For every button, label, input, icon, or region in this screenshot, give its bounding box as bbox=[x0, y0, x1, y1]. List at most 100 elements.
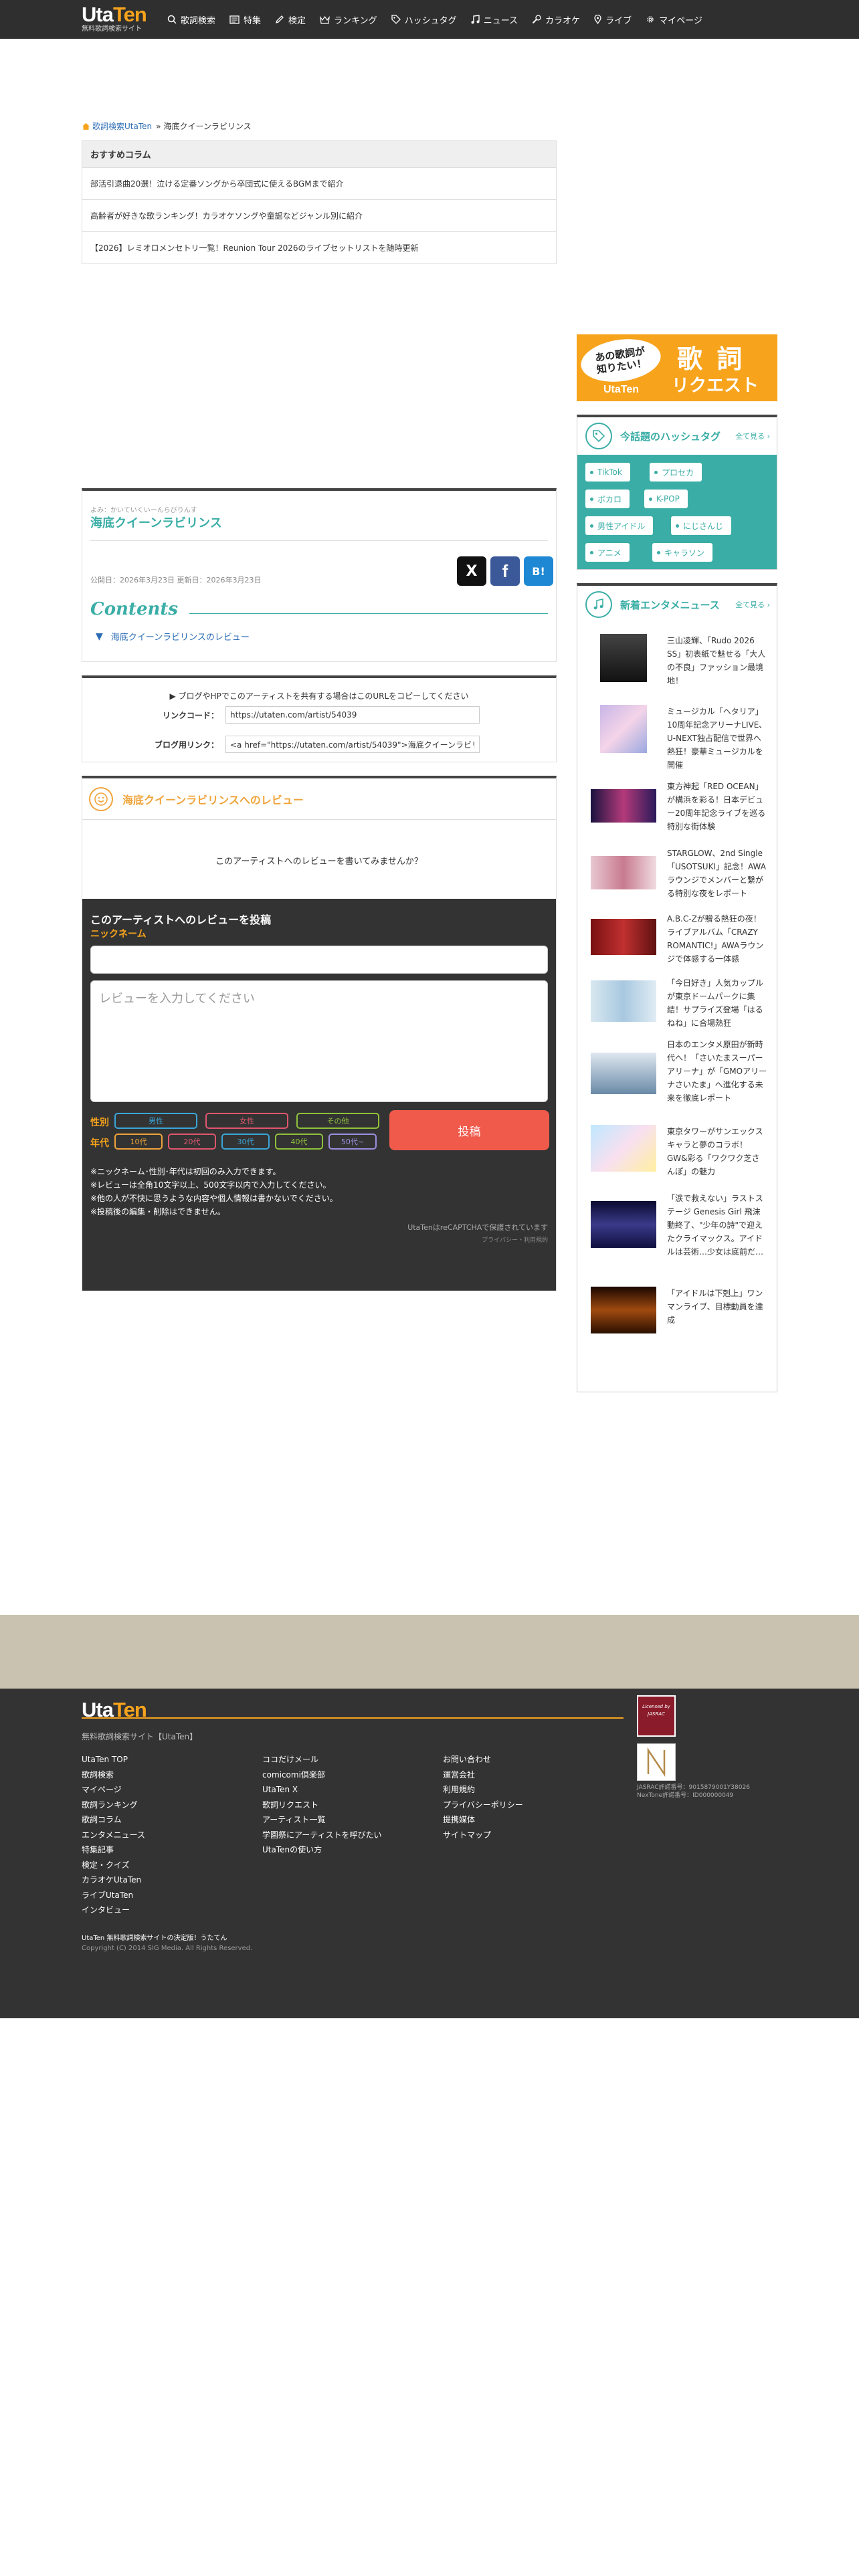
nav-quiz[interactable]: 検定 bbox=[275, 13, 306, 26]
footer-link[interactable]: 歌詞ランキング bbox=[82, 1798, 145, 1813]
footer-link[interactable]: 特集記事 bbox=[82, 1842, 145, 1858]
news-item[interactable]: STARGLOW、2nd Single「USOTSUKI」記念！AWAラウンジで… bbox=[591, 847, 771, 900]
breadcrumb-home-link[interactable]: 歌詞検索UtaTen bbox=[92, 120, 152, 132]
footer-link[interactable]: UtaTen TOP bbox=[82, 1752, 145, 1767]
news-thumbnail bbox=[591, 1053, 656, 1094]
lyrics-request-banner[interactable]: あの歌詞が 知りたい！ UtaTen 歌 詞 リクエスト bbox=[577, 334, 777, 401]
recaptcha-links[interactable]: プライバシー・利用規約 bbox=[407, 1235, 548, 1244]
news-item[interactable]: 日本のエンタメ原田が新時代へ！「さいたまスーパーアリーナ」が「GMOアリーナさい… bbox=[591, 1038, 771, 1105]
toc-item[interactable]: ▼ 海底クイーンラビリンスのレビュー bbox=[96, 630, 250, 643]
recommended-item[interactable]: 【2026】レミオロメンセトリ一覧！Reunion Tour 2026のライブセ… bbox=[82, 231, 556, 263]
nav-hashtag[interactable]: ハッシュタグ bbox=[391, 13, 457, 26]
post-review-button[interactable]: 投稿 bbox=[389, 1110, 549, 1150]
footer-link[interactable]: ココだけメール bbox=[262, 1752, 382, 1767]
news-thumbnail bbox=[591, 1287, 656, 1333]
news-item[interactable]: 東京タワーがサンエックスキャラと夢のコラボ！GW&彩る「ワクワク芝さんぽ」の魅力 bbox=[591, 1125, 771, 1178]
hashtag-chip[interactable]: にじさんじ bbox=[671, 516, 732, 535]
hashtag-chip[interactable]: ボカロ bbox=[585, 490, 630, 508]
blog-link-input[interactable] bbox=[225, 736, 480, 753]
age-40s-button[interactable]: 40代 bbox=[275, 1134, 323, 1150]
toc-label: 海底クイーンラビリンスのレビュー bbox=[110, 633, 250, 643]
site-logo[interactable]: UtaTen 無料歌詞検索サイト bbox=[82, 4, 147, 33]
footer-link[interactable]: 歌詞検索 bbox=[82, 1767, 145, 1783]
review-textarea[interactable]: レビューを入力してください bbox=[90, 980, 548, 1102]
nav-mypage[interactable]: マイページ bbox=[646, 13, 702, 26]
hashtag-chip[interactable]: TikTok bbox=[585, 463, 630, 481]
share-hatena-button[interactable]: B! bbox=[524, 556, 553, 586]
hashtag-chip[interactable]: アニメ bbox=[585, 543, 630, 562]
breadcrumb-separator: » bbox=[156, 121, 161, 131]
smile-icon bbox=[89, 786, 113, 811]
footer: UtaTen 無料歌詞検索サイト【UtaTen】 UtaTen TOP 歌詞検索… bbox=[0, 1689, 859, 2018]
news-item[interactable]: 東方神起「RED OCEAN」が構浜を彩る！日本デビュー20周年記念ライブを巡る… bbox=[591, 780, 771, 833]
news-see-all-link[interactable]: 全て見る › bbox=[735, 599, 770, 610]
footer-link[interactable]: 提携媒体 bbox=[443, 1812, 523, 1828]
footer-link[interactable]: お問い合わせ bbox=[443, 1752, 523, 1767]
breadcrumb: 歌詞検索UtaTen » 海底クイーンラビリンス bbox=[82, 120, 252, 132]
age-10s-button[interactable]: 10代 bbox=[114, 1134, 163, 1150]
nav-lyrics-search[interactable]: 歌詞検索 bbox=[167, 13, 215, 26]
footer-link[interactable]: エンタメニュース bbox=[82, 1828, 145, 1843]
news-item[interactable]: 「アイドルは下剋上」ワンマンライブ、目標動員を達成 bbox=[591, 1287, 771, 1333]
footer-links-col1: UtaTen TOP 歌詞検索 マイページ 歌詞ランキング 歌詞コラム エンタメ… bbox=[82, 1752, 145, 1918]
footer-link[interactable]: サイトマップ bbox=[443, 1828, 523, 1843]
hashtag-chip[interactable]: キャラソン bbox=[652, 543, 713, 562]
news-item[interactable]: A.B.C-Zが贈る熱狂の夜！ライブアルバム「CRAZY ROMANTIC!」A… bbox=[591, 912, 771, 966]
recommended-item[interactable]: 部活引退曲20選！泣ける定番ソングから卒団式に使えるBGMまで紹介 bbox=[82, 167, 556, 199]
news-item[interactable]: 「今日好き」人気カップルが東京ドームパークに集結！サプライズ登場「はるねね」に合… bbox=[591, 976, 771, 1030]
footer-link[interactable]: プライバシーポリシー bbox=[443, 1798, 523, 1813]
nav-ranking[interactable]: ランキング bbox=[320, 13, 377, 26]
nav-label: 特集 bbox=[244, 15, 262, 26]
footer-link[interactable]: インタビュー bbox=[82, 1903, 145, 1918]
news-headline: A.B.C-Zが贈る熱狂の夜！ライブアルバム「CRAZY ROMANTIC!」A… bbox=[667, 914, 764, 964]
newspaper-icon bbox=[229, 15, 240, 24]
footer-link[interactable]: UtaTenの使い方 bbox=[262, 1842, 382, 1858]
share-message: ▶ ブログやHPでこのアーティストを共有する場合はこのURLをコピーしてください bbox=[169, 691, 469, 701]
recommended-item[interactable]: 高齢者が好きな歌ランキング！カラオケソングや童謡などジャンル別に紹介 bbox=[82, 199, 556, 231]
review-form: このアーティストへのレビューを投稿 ニックネーム レビューを入力してください 性… bbox=[82, 899, 556, 1291]
nextone-number: NexTone許諾番号：ID000000049 bbox=[637, 1792, 734, 1799]
footer-link[interactable]: 利用規約 bbox=[443, 1782, 523, 1798]
footer-link[interactable]: comicomi倶楽部 bbox=[262, 1767, 382, 1783]
link-code-input[interactable] bbox=[225, 706, 480, 724]
breadcrumb-current: 海底クイーンラビリンス bbox=[163, 122, 252, 131]
nav-features[interactable]: 特集 bbox=[229, 13, 261, 26]
hashtag-chip[interactable]: 男性アイドル bbox=[585, 516, 654, 535]
share-facebook-button[interactable]: f bbox=[490, 556, 520, 586]
footer-link[interactable]: アーティスト一覧 bbox=[262, 1812, 382, 1828]
gender-male-button[interactable]: 男性 bbox=[114, 1113, 197, 1129]
footer-link[interactable]: カラオケUtaTen bbox=[82, 1872, 145, 1888]
age-50s-button[interactable]: 50代~ bbox=[328, 1134, 377, 1150]
footer-link[interactable]: 歌詞リクエスト bbox=[262, 1798, 382, 1813]
news-item[interactable]: 「涙で救えない」ラストステージ Genesis Girl 飛沫動終了、"少年の詩… bbox=[591, 1192, 771, 1259]
nav-label: ライブ bbox=[605, 15, 632, 26]
nav-news[interactable]: ニュース bbox=[471, 13, 518, 26]
banner-bubble: あの歌詞が 知りたい！ bbox=[578, 334, 664, 387]
gender-female-button[interactable]: 女性 bbox=[205, 1113, 288, 1129]
news-headline: 東京タワーがサンエックスキャラと夢のコラボ！GW&彩る「ワクワク芝さんぽ」の魅力 bbox=[667, 1127, 763, 1176]
chevron-right-icon: › bbox=[767, 601, 770, 609]
nickname-input[interactable] bbox=[90, 946, 548, 974]
age-20s-button[interactable]: 20代 bbox=[168, 1134, 216, 1150]
footer-link[interactable]: マイページ bbox=[82, 1782, 145, 1798]
top-navigation-bar: UtaTen 無料歌詞検索サイト 歌詞検索 特集 検定 ランキング ハッシュタグ… bbox=[0, 0, 859, 39]
footer-link[interactable]: 運営会社 bbox=[443, 1767, 523, 1783]
footer-link[interactable]: UtaTen X bbox=[262, 1782, 382, 1798]
gender-other-button[interactable]: その他 bbox=[296, 1113, 379, 1129]
age-30s-button[interactable]: 30代 bbox=[221, 1134, 270, 1150]
share-x-button[interactable]: X bbox=[457, 556, 486, 586]
footer-links-col2: ココだけメール comicomi倶楽部 UtaTen X 歌詞リクエスト アーテ… bbox=[262, 1752, 382, 1858]
hashtag-see-all-link[interactable]: 全て見る › bbox=[735, 431, 770, 441]
hashtag-chip[interactable]: プロセカ bbox=[650, 463, 702, 481]
footer-link[interactable]: 歌詞コラム bbox=[82, 1812, 145, 1828]
hashtag-chip[interactable]: K-POP bbox=[644, 490, 688, 508]
footer-link[interactable]: 検定・クイズ bbox=[82, 1858, 145, 1873]
footer-link[interactable]: 学園祭にアーティストを呼びたい bbox=[262, 1828, 382, 1843]
nav-karaoke[interactable]: カラオケ bbox=[532, 13, 580, 26]
footer-link[interactable]: ライブUtaTen bbox=[82, 1888, 145, 1903]
news-item[interactable]: 三山凌輝、「Rudo 2026 SS」初表紙で魅せる「大人の不良」ファッション最… bbox=[591, 634, 771, 687]
nav-live[interactable]: ライブ bbox=[594, 13, 632, 26]
nav-label: 検定 bbox=[288, 15, 306, 26]
artist-kana: よみ：かいていくいーんらびりんす bbox=[90, 507, 197, 514]
news-item[interactable]: ミュージカル「ヘタリア」10周年記念アリーナLIVE、U-NEXT独占配信で世界… bbox=[591, 705, 771, 772]
